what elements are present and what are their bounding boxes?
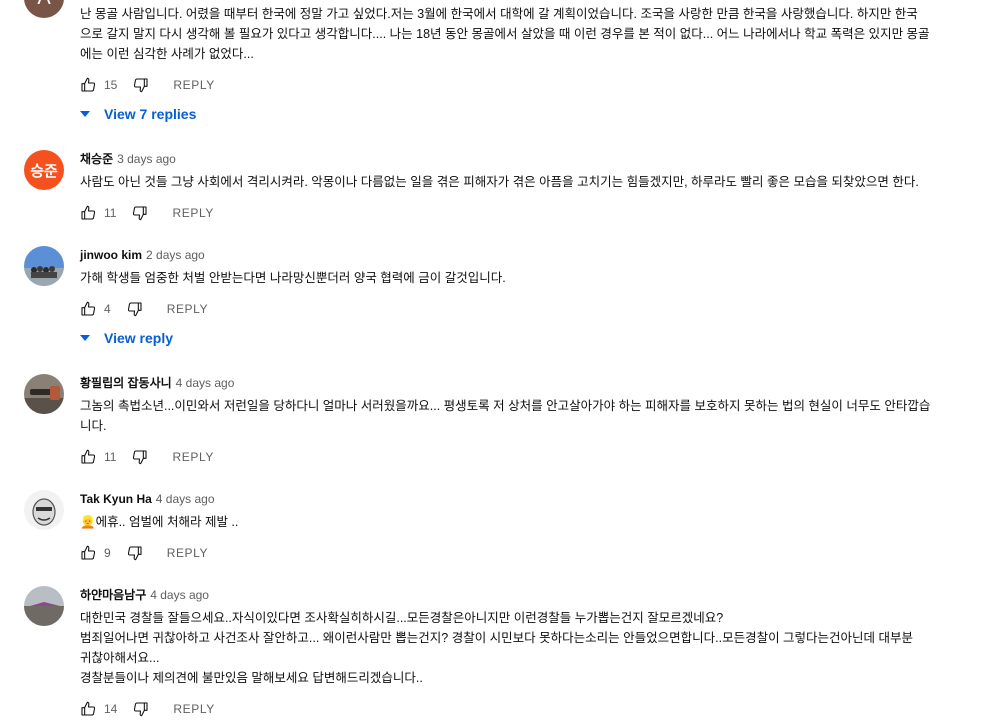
author-name[interactable]: jinwoo kim xyxy=(80,248,142,262)
comment-header: 하얀마음남구 4 days ago xyxy=(80,587,209,603)
like-count: 9 xyxy=(104,546,111,560)
comment-text: 그놈의 촉법소년...이민와서 저런일을 당하다니 얼마나 서러웠을까요... … xyxy=(80,396,976,436)
comment-text: 👱에휴.. 엄벌에 처해라 제발 .. xyxy=(80,512,976,532)
thumb-up-icon[interactable] xyxy=(80,205,96,221)
thumb-down-icon[interactable] xyxy=(127,301,143,317)
avatar[interactable] xyxy=(24,246,64,286)
comment-header: 황필립의 잡동사니 4 days ago xyxy=(80,375,234,391)
thumb-up-icon[interactable] xyxy=(80,701,96,717)
reply-button[interactable]: REPLY xyxy=(172,450,213,464)
like-count: 4 xyxy=(104,302,111,316)
avatar-image xyxy=(24,374,64,414)
comment-line: 사람도 아닌 것들 그냥 사회에서 격리시켜라. 악몽이나 다름없는 일을 겪은… xyxy=(80,175,919,189)
comment-line: 경찰분들이나 제의견에 불만있음 말해보세요 답변해드리겠습니다.. xyxy=(80,671,423,685)
comment-line: 난 몽골 사람입니다. 어렸을 때부터 한국에 정말 가고 싶었다.저는 3월에… xyxy=(80,7,918,21)
comment-time[interactable]: 2 days ago xyxy=(146,248,205,262)
comment-line: 니다. xyxy=(80,419,107,433)
reply-button[interactable]: REPLY xyxy=(173,702,214,716)
reply-button[interactable]: REPLY xyxy=(172,206,213,220)
comment-text: 난 몽골 사람입니다. 어렸을 때부터 한국에 정말 가고 싶었다.저는 3월에… xyxy=(80,4,976,64)
avatar[interactable] xyxy=(24,586,64,626)
view-replies-button[interactable]: View reply xyxy=(80,328,173,348)
caret-down-icon xyxy=(80,335,90,341)
avatar-image xyxy=(24,586,64,626)
thumb-up-icon[interactable] xyxy=(80,77,96,93)
caret-down-icon xyxy=(80,111,90,117)
reply-button[interactable]: REPLY xyxy=(173,78,214,92)
reply-button[interactable]: REPLY xyxy=(167,546,208,560)
avatar-letter: A xyxy=(37,0,50,10)
comment-time[interactable]: 4 days ago xyxy=(156,492,215,506)
comment-actions: 14 REPLY xyxy=(80,697,215,721)
comment-actions: 15 REPLY xyxy=(80,73,215,97)
comment-line: 👱에휴.. 엄벌에 처해라 제발 .. xyxy=(80,512,976,532)
like-count: 11 xyxy=(104,450,117,464)
comment-text: 가해 학생들 엄중한 처벌 안받는다면 나라망신뿐더러 양국 협력에 금이 갈것… xyxy=(80,268,976,288)
avatar[interactable]: A xyxy=(24,0,64,18)
author-name[interactable]: 하얀마음남구 xyxy=(80,588,146,602)
comment-time[interactable]: 3 days ago xyxy=(117,152,176,166)
thumb-down-icon[interactable] xyxy=(127,545,143,561)
view-replies-label: View 7 replies xyxy=(104,106,197,122)
comment-line: 범죄일어나면 귀찮아하고 사건조사 잘안하고... 왜이런사람만 뽑는건지? 경… xyxy=(80,631,914,645)
avatar[interactable]: 승준 xyxy=(24,150,64,190)
comment-actions: 11 REPLY xyxy=(80,445,214,469)
comment-line: 대한민국 경찰들 잘들으세요..자식이있다면 조사확실히하시길...모든경찰은아… xyxy=(80,611,724,625)
reply-button[interactable]: REPLY xyxy=(167,302,208,316)
comment-text: 사람도 아닌 것들 그냥 사회에서 격리시켜라. 악몽이나 다름없는 일을 겪은… xyxy=(80,172,976,192)
comment-line: 으로 갈지 말지 다시 생각해 볼 필요가 있다고 생각합니다.... 나는 1… xyxy=(80,27,930,41)
comment-time[interactable]: 4 days ago xyxy=(176,376,235,390)
avatar-image xyxy=(24,490,64,530)
comment-line-text: 에휴.. 엄벌에 처해라 제발 .. xyxy=(95,515,239,529)
author-name[interactable]: 황필립의 잡동사니 xyxy=(80,376,172,390)
comment-line: 귀찮아해서요... xyxy=(80,651,160,665)
like-count: 14 xyxy=(104,702,118,716)
emoji: 👱 xyxy=(80,515,96,529)
thumb-down-icon[interactable] xyxy=(133,701,149,717)
comment-line: 가해 학생들 엄중한 처벌 안받는다면 나라망신뿐더러 양국 협력에 금이 갈것… xyxy=(80,271,506,285)
avatar[interactable] xyxy=(24,374,64,414)
thumb-up-icon[interactable] xyxy=(80,449,96,465)
comment-header: Tak Kyun Ha 4 days ago xyxy=(80,491,215,507)
avatar-initials: 승준 xyxy=(30,162,58,180)
avatar-image xyxy=(24,246,64,286)
author-name[interactable]: Tak Kyun Ha xyxy=(80,492,152,506)
like-count: 15 xyxy=(104,78,118,92)
comment-time[interactable]: 4 days ago xyxy=(150,588,209,602)
author-name[interactable]: 채승준 xyxy=(80,152,113,166)
comment-line: 그놈의 촉법소년...이민와서 저런일을 당하다니 얼마나 서러웠을까요... … xyxy=(80,399,931,413)
view-replies-label: View reply xyxy=(104,330,174,346)
thumb-up-icon[interactable] xyxy=(80,301,96,317)
comment-actions: 9 REPLY xyxy=(80,541,208,565)
comment-header: 채승준 3 days ago xyxy=(80,151,176,167)
comment-line: 에는 이런 심각한 사례가 없었다... xyxy=(80,47,254,61)
thumb-down-icon[interactable] xyxy=(132,449,148,465)
thumb-down-icon[interactable] xyxy=(132,205,148,221)
thumb-up-icon[interactable] xyxy=(80,545,96,561)
comment-header: jinwoo kim 2 days ago xyxy=(80,247,205,263)
comment-actions: 11 REPLY xyxy=(80,201,214,225)
comment-text: 대한민국 경찰들 잘들으세요..자식이있다면 조사확실히하시길...모든경찰은아… xyxy=(80,608,976,688)
comment-actions: 4 REPLY xyxy=(80,297,208,321)
avatar[interactable] xyxy=(24,490,64,530)
like-count: 11 xyxy=(104,206,117,220)
view-replies-button[interactable]: View 7 replies xyxy=(80,104,196,124)
thumb-down-icon[interactable] xyxy=(133,77,149,93)
